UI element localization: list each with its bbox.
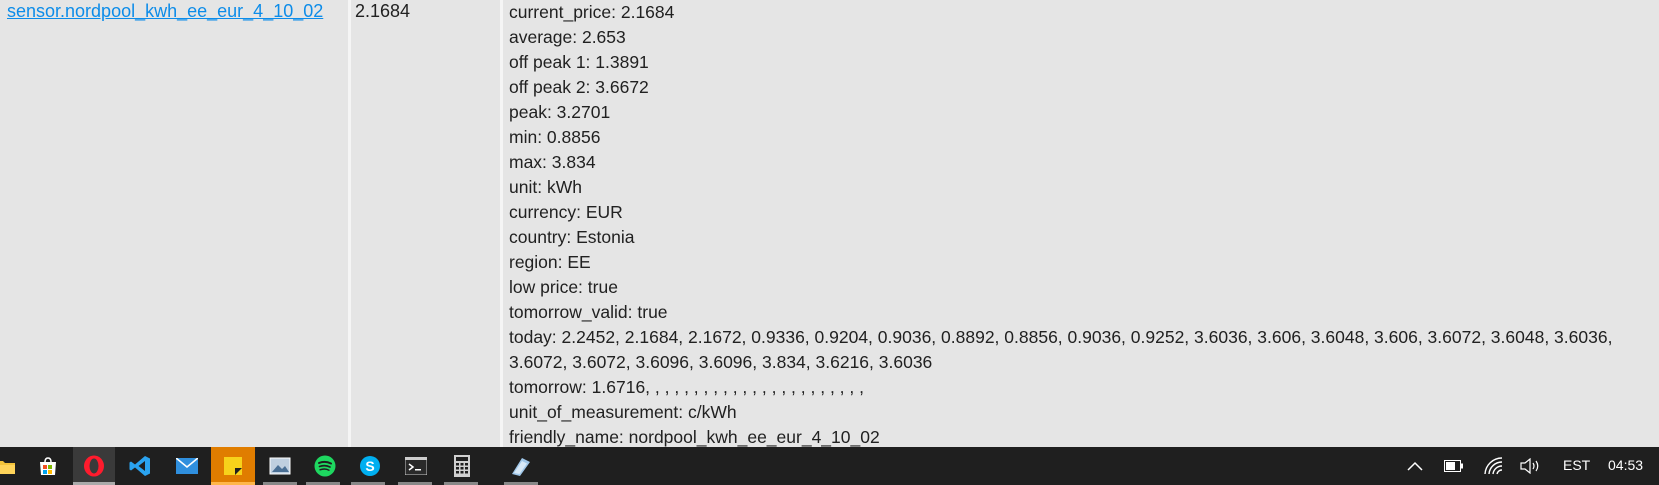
chevron-up-icon[interactable] xyxy=(1403,454,1427,478)
input-language[interactable]: EST xyxy=(1563,457,1590,473)
attribute-row: current_price: 2.1684 xyxy=(509,2,675,22)
attribute-row: max: 3.834 xyxy=(509,152,596,172)
entity-table: sensor.nordpool_kwh_ee_eur_4_10_02 2.168… xyxy=(0,0,1659,447)
attribute-row: off peak 2: 3.6672 xyxy=(509,77,649,97)
calculator-icon[interactable] xyxy=(450,454,474,478)
spotify-icon[interactable] xyxy=(313,454,337,478)
sticky-notes-icon[interactable] xyxy=(221,454,245,478)
attribute-row: currency: EUR xyxy=(509,202,623,222)
attribute-list: current_price: 2.1684 average: 2.653 off p… xyxy=(509,0,1659,447)
attribute-row: min: 0.8856 xyxy=(509,127,601,147)
file-explorer-icon[interactable] xyxy=(0,454,18,478)
terminal-icon[interactable] xyxy=(404,454,428,478)
state-value: 2.1684 xyxy=(355,1,411,21)
attribute-row: low price: true xyxy=(509,277,618,297)
attribute-row: average: 2.653 xyxy=(509,27,626,47)
svg-text:S: S xyxy=(365,458,374,474)
attribute-row: friendly_name: nordpool_kwh_ee_eur_4_10_… xyxy=(509,427,880,447)
clock-time[interactable]: 04:53 xyxy=(1608,457,1643,473)
store-icon[interactable] xyxy=(36,454,60,478)
attributes-column: current_price: 2.1684 average: 2.653 off p… xyxy=(503,0,1659,447)
attribute-row: off peak 1: 1.3891 xyxy=(509,52,649,72)
attribute-row: unit_of_measurement: c/kWh xyxy=(509,402,737,422)
entity-column: sensor.nordpool_kwh_ee_eur_4_10_02 xyxy=(0,0,348,447)
attribute-row: today: 2.2452, 2.1684, 2.1672, 0.9336, 0… xyxy=(509,327,1613,372)
wifi-icon[interactable] xyxy=(1482,454,1506,478)
volume-icon[interactable] xyxy=(1519,454,1543,478)
skype-icon[interactable]: S xyxy=(358,454,382,478)
attribute-row: region: EE xyxy=(509,252,591,272)
vscode-icon[interactable] xyxy=(128,454,152,478)
photos-icon[interactable] xyxy=(268,454,292,478)
attribute-row: tomorrow_valid: true xyxy=(509,302,668,322)
mail-icon[interactable] xyxy=(175,454,199,478)
entity-id-link[interactable]: sensor.nordpool_kwh_ee_eur_4_10_02 xyxy=(7,1,323,22)
attribute-row: unit: kWh xyxy=(509,177,582,197)
taskbar: S EST 04:53 xyxy=(0,447,1659,485)
snipping-icon[interactable] xyxy=(509,454,533,478)
state-column xyxy=(351,0,500,447)
attribute-row: peak: 3.2701 xyxy=(509,102,611,122)
battery-icon[interactable] xyxy=(1442,454,1466,478)
attribute-row: tomorrow: 1.6716, , , , , , , , , , , , … xyxy=(509,377,864,397)
opera-icon[interactable] xyxy=(82,454,106,478)
attribute-row: country: Estonia xyxy=(509,227,635,247)
